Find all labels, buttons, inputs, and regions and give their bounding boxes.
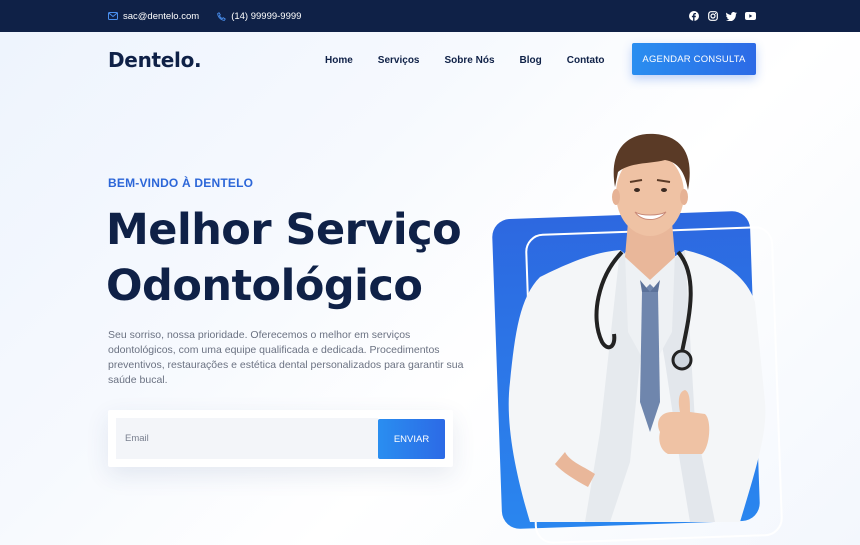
instagram-icon[interactable] — [707, 11, 718, 22]
top-email[interactable]: sac@dentelo.com — [108, 11, 199, 22]
twitter-icon[interactable] — [726, 11, 737, 22]
logo[interactable]: Dentelo. — [108, 48, 202, 72]
nav-about[interactable]: Sobre Nós — [445, 55, 495, 66]
doctor-image — [508, 133, 766, 522]
hero-title-line-1: Melhor Serviço — [106, 205, 462, 255]
social-links — [680, 0, 756, 32]
top-contact-info: sac@dentelo.com (14) 99999-9999 — [108, 0, 319, 32]
facebook-icon[interactable] — [688, 11, 699, 22]
submit-button[interactable]: ENVIAR — [378, 419, 445, 459]
top-bar: sac@dentelo.com (14) 99999-9999 — [0, 0, 860, 32]
hero-title: Melhor Serviço Odontológico — [106, 202, 486, 314]
top-phone[interactable]: (14) 99999-9999 — [217, 11, 301, 22]
top-email-text: sac@dentelo.com — [123, 10, 200, 22]
hero-visual — [490, 102, 800, 545]
schedule-appointment-button[interactable]: AGENDAR CONSULTA — [632, 43, 756, 75]
nav-blog[interactable]: Blog — [520, 55, 542, 66]
phone-icon — [217, 11, 227, 21]
hero-description: Seu sorriso, nossa prioridade. Oferecemo… — [108, 329, 464, 386]
hero-eyebrow: BEM-VINDO À DENTELO — [108, 176, 254, 190]
email-field[interactable] — [116, 418, 378, 459]
newsletter-form: ENVIAR — [108, 410, 453, 467]
nav-services[interactable]: Serviços — [378, 55, 420, 66]
mail-icon — [108, 12, 118, 20]
hero-title-line-2: Odontológico — [106, 261, 423, 311]
top-phone-text: (14) 99999-9999 — [231, 10, 302, 22]
main-nav: Home Serviços Sobre Nós Blog Contato — [325, 32, 630, 88]
nav-home[interactable]: Home — [325, 55, 353, 66]
youtube-icon[interactable] — [745, 11, 756, 22]
hero-section: Dentelo. Home Serviços Sobre Nós Blog Co… — [0, 32, 860, 545]
nav-contact[interactable]: Contato — [567, 55, 605, 66]
